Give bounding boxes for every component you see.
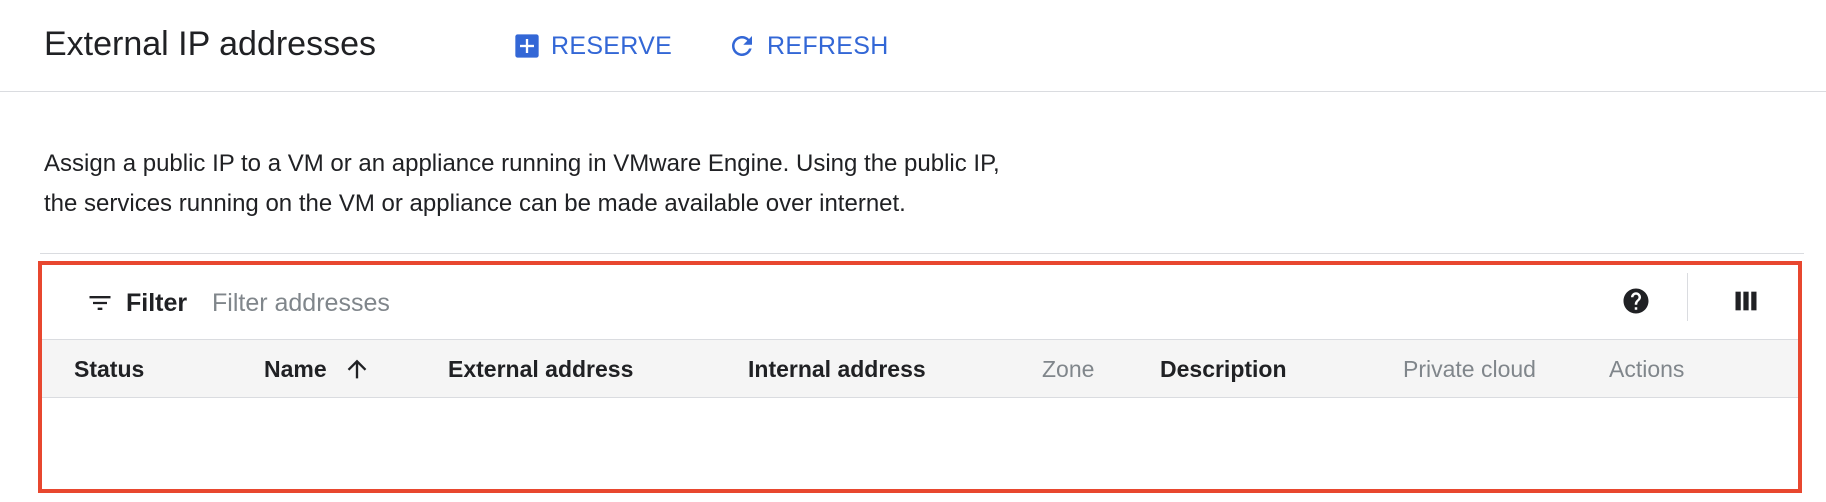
reserve-button[interactable]: RESERVE (513, 26, 672, 66)
column-header-internal-address: Internal address (748, 355, 926, 382)
filter-list-icon (86, 289, 114, 317)
column-header-status: Status (74, 355, 145, 382)
column-header-description: Description (1160, 355, 1287, 382)
arrow-upward-icon (343, 355, 371, 383)
filter-label: Filter (126, 288, 188, 317)
refresh-button[interactable]: REFRESH (727, 26, 889, 66)
filter-button[interactable]: Filter (86, 285, 187, 321)
column-header-private-cloud: Private cloud (1403, 355, 1536, 382)
table-toolbar: Filter (42, 265, 1798, 340)
help-icon (1621, 286, 1651, 321)
reserve-button-label: RESERVE (551, 31, 673, 60)
table-header-row: Status Name External address Internal ad… (42, 340, 1798, 398)
help-button[interactable] (1618, 285, 1654, 321)
section-divider (40, 253, 1804, 254)
description-line-2: the services running on the VM or applia… (44, 190, 906, 217)
add-box-icon (513, 32, 541, 60)
filter-addresses-input[interactable] (212, 283, 1312, 323)
page-title: External IP addresses (44, 25, 376, 63)
description-line-1: Assign a public IP to a VM or an applian… (44, 150, 1000, 177)
refresh-icon (727, 31, 757, 61)
column-header-external-address: External address (448, 355, 634, 382)
column-header-name[interactable]: Name (264, 340, 371, 398)
refresh-button-label: REFRESH (767, 31, 889, 60)
toolbar-divider (1687, 273, 1688, 321)
column-display-button[interactable] (1728, 285, 1764, 321)
column-header-actions: Actions (1609, 355, 1685, 382)
column-header-zone: Zone (1042, 355, 1095, 382)
table-body (42, 399, 1798, 489)
page-description: Assign a public IP to a VM or an applian… (44, 144, 1144, 224)
ip-address-table-panel: Filter Status Name (38, 261, 1802, 493)
column-display-icon (1732, 287, 1760, 320)
column-header-name-label: Name (264, 355, 327, 382)
page-header: External IP addresses RESERVE REFRESH (0, 0, 1826, 92)
